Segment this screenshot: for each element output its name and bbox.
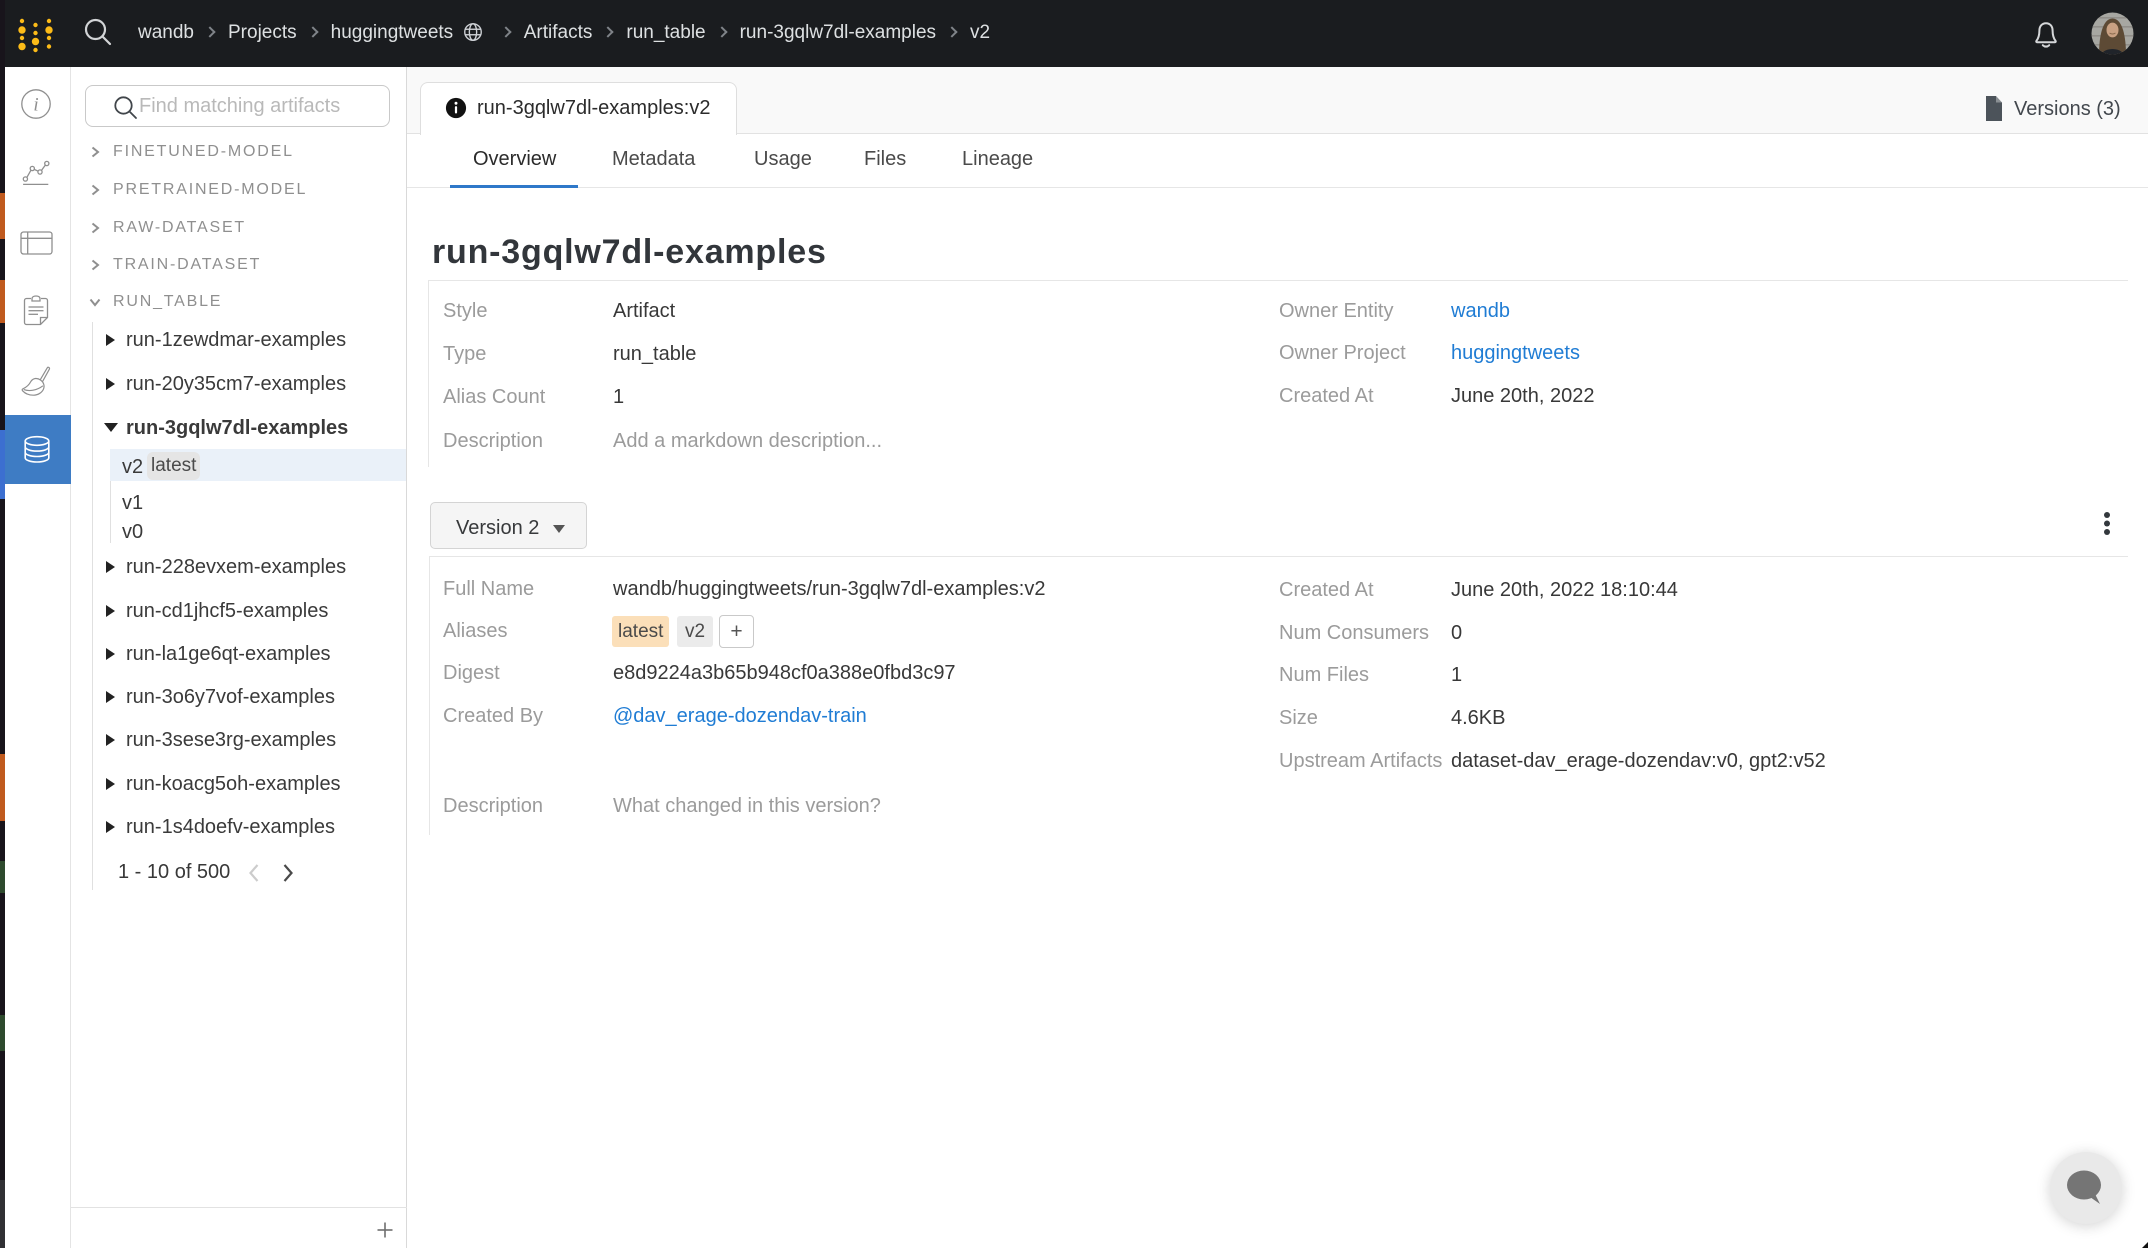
svg-text:i: i	[33, 95, 38, 116]
